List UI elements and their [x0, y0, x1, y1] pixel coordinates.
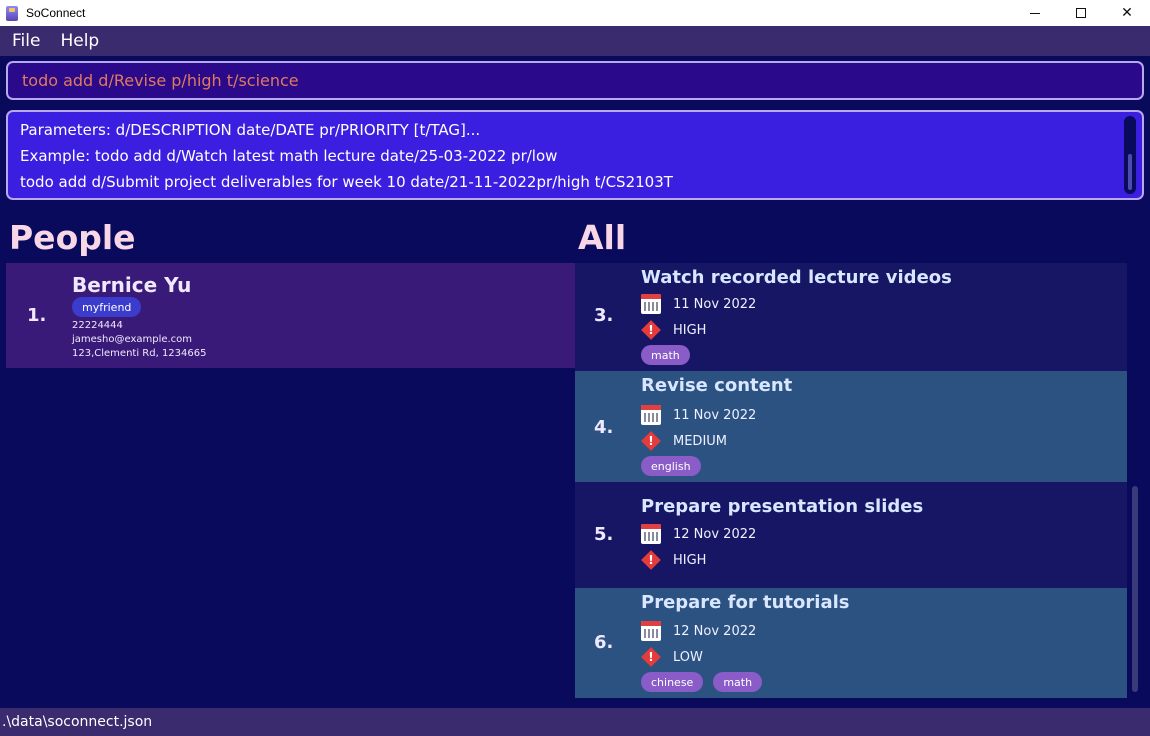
person-name: Bernice Yu: [72, 273, 192, 297]
priority-icon: !: [641, 320, 661, 340]
person-email: jamesho@example.com: [72, 334, 193, 345]
todo-date: 11 Nov 2022: [673, 407, 757, 423]
person-index: 1.: [27, 305, 47, 326]
person-tag: myfriend: [72, 297, 142, 317]
todo-card[interactable]: 5. Prepare presentation slides 12 Nov 20…: [575, 482, 1127, 588]
todo-index: 4.: [594, 417, 614, 438]
todo-tags: chinese math: [641, 672, 772, 692]
todo-list-scrollbar[interactable]: [1132, 486, 1138, 692]
todo-tag: math: [713, 672, 763, 692]
todo-index: 3.: [594, 305, 614, 326]
app-icon: [6, 5, 18, 21]
todo-priority-row: ! HIGH: [641, 550, 706, 570]
calendar-icon: [641, 524, 661, 544]
minimize-icon: [1030, 12, 1040, 14]
person-address: 123,Clementi Rd, 1234665: [72, 348, 207, 359]
menu-bar: File Help: [0, 26, 1150, 56]
command-input[interactable]: todo add d/Revise p/high t/science: [6, 61, 1144, 100]
result-line: Example: todo add d/Watch latest math le…: [20, 147, 558, 165]
todo-date: 11 Nov 2022: [673, 296, 757, 312]
todo-date-row: 11 Nov 2022: [641, 405, 756, 425]
todo-card[interactable]: 6. Prepare for tutorials 12 Nov 2022 ! L…: [575, 588, 1127, 698]
close-button[interactable]: ✕: [1104, 0, 1150, 26]
calendar-icon: [641, 405, 661, 425]
todo-priority-row: ! HIGH: [641, 320, 706, 340]
menu-file[interactable]: File: [12, 31, 40, 51]
close-icon: ✕: [1121, 5, 1133, 21]
priority-icon: !: [641, 647, 661, 667]
todo-tag: math: [641, 345, 690, 365]
window-controls: ✕: [1012, 0, 1150, 26]
todo-priority: HIGH: [673, 552, 707, 568]
todo-description: Prepare for tutorials: [641, 592, 850, 613]
todo-tag: chinese: [641, 672, 704, 692]
minimize-button[interactable]: [1012, 0, 1058, 26]
todo-tags: english: [641, 456, 711, 476]
todo-date: 12 Nov 2022: [673, 623, 757, 639]
calendar-icon: [641, 621, 661, 641]
todo-tag: english: [641, 456, 701, 476]
command-text[interactable]: todo add d/Revise p/high t/science: [22, 71, 299, 90]
priority-icon: !: [641, 431, 661, 451]
result-scrollbar[interactable]: [1124, 116, 1136, 194]
todo-date: 12 Nov 2022: [673, 526, 757, 542]
todo-card[interactable]: 4. Revise content 11 Nov 2022 ! MEDIUM e…: [575, 371, 1127, 482]
todo-priority: LOW: [673, 649, 703, 665]
title-bar: SoConnect ✕: [0, 0, 1150, 26]
result-scrollbar-thumb[interactable]: [1128, 154, 1132, 190]
result-line: Parameters: d/DESCRIPTION date/DATE pr/P…: [20, 121, 481, 139]
todo-priority: MEDIUM: [673, 433, 728, 449]
status-bar: .\data\soconnect.json: [0, 708, 1150, 736]
save-location: .\data\soconnect.json: [2, 714, 153, 730]
todo-description: Watch recorded lecture videos: [641, 267, 952, 288]
todo-card[interactable]: 3. Watch recorded lecture videos 11 Nov …: [575, 263, 1127, 371]
priority-icon: !: [641, 550, 661, 570]
todo-tags: math: [641, 345, 700, 365]
maximize-icon: [1076, 8, 1086, 18]
person-card[interactable]: 1. Bernice Yu myfriend 22224444 jamesho@…: [6, 263, 575, 368]
todo-description: Prepare presentation slides: [641, 496, 924, 517]
todo-priority: HIGH: [673, 322, 707, 338]
todo-priority-row: ! MEDIUM: [641, 431, 727, 451]
todo-date-row: 12 Nov 2022: [641, 621, 756, 641]
calendar-icon: [641, 294, 661, 314]
todo-index: 5.: [594, 524, 614, 545]
todo-date-row: 11 Nov 2022: [641, 294, 756, 314]
todo-index: 6.: [594, 632, 614, 653]
todos-heading: All: [578, 218, 627, 257]
window-title: SoConnect: [26, 6, 86, 20]
maximize-button[interactable]: [1058, 0, 1104, 26]
result-line: todo add d/Submit project deliverables f…: [20, 173, 673, 191]
todo-description: Revise content: [641, 375, 793, 396]
result-display: Parameters: d/DESCRIPTION date/DATE pr/P…: [6, 110, 1144, 200]
todo-priority-row: ! LOW: [641, 647, 703, 667]
person-phone: 22224444: [72, 320, 123, 331]
people-heading: People: [9, 218, 136, 257]
todo-date-row: 12 Nov 2022: [641, 524, 756, 544]
menu-help[interactable]: Help: [60, 31, 99, 51]
